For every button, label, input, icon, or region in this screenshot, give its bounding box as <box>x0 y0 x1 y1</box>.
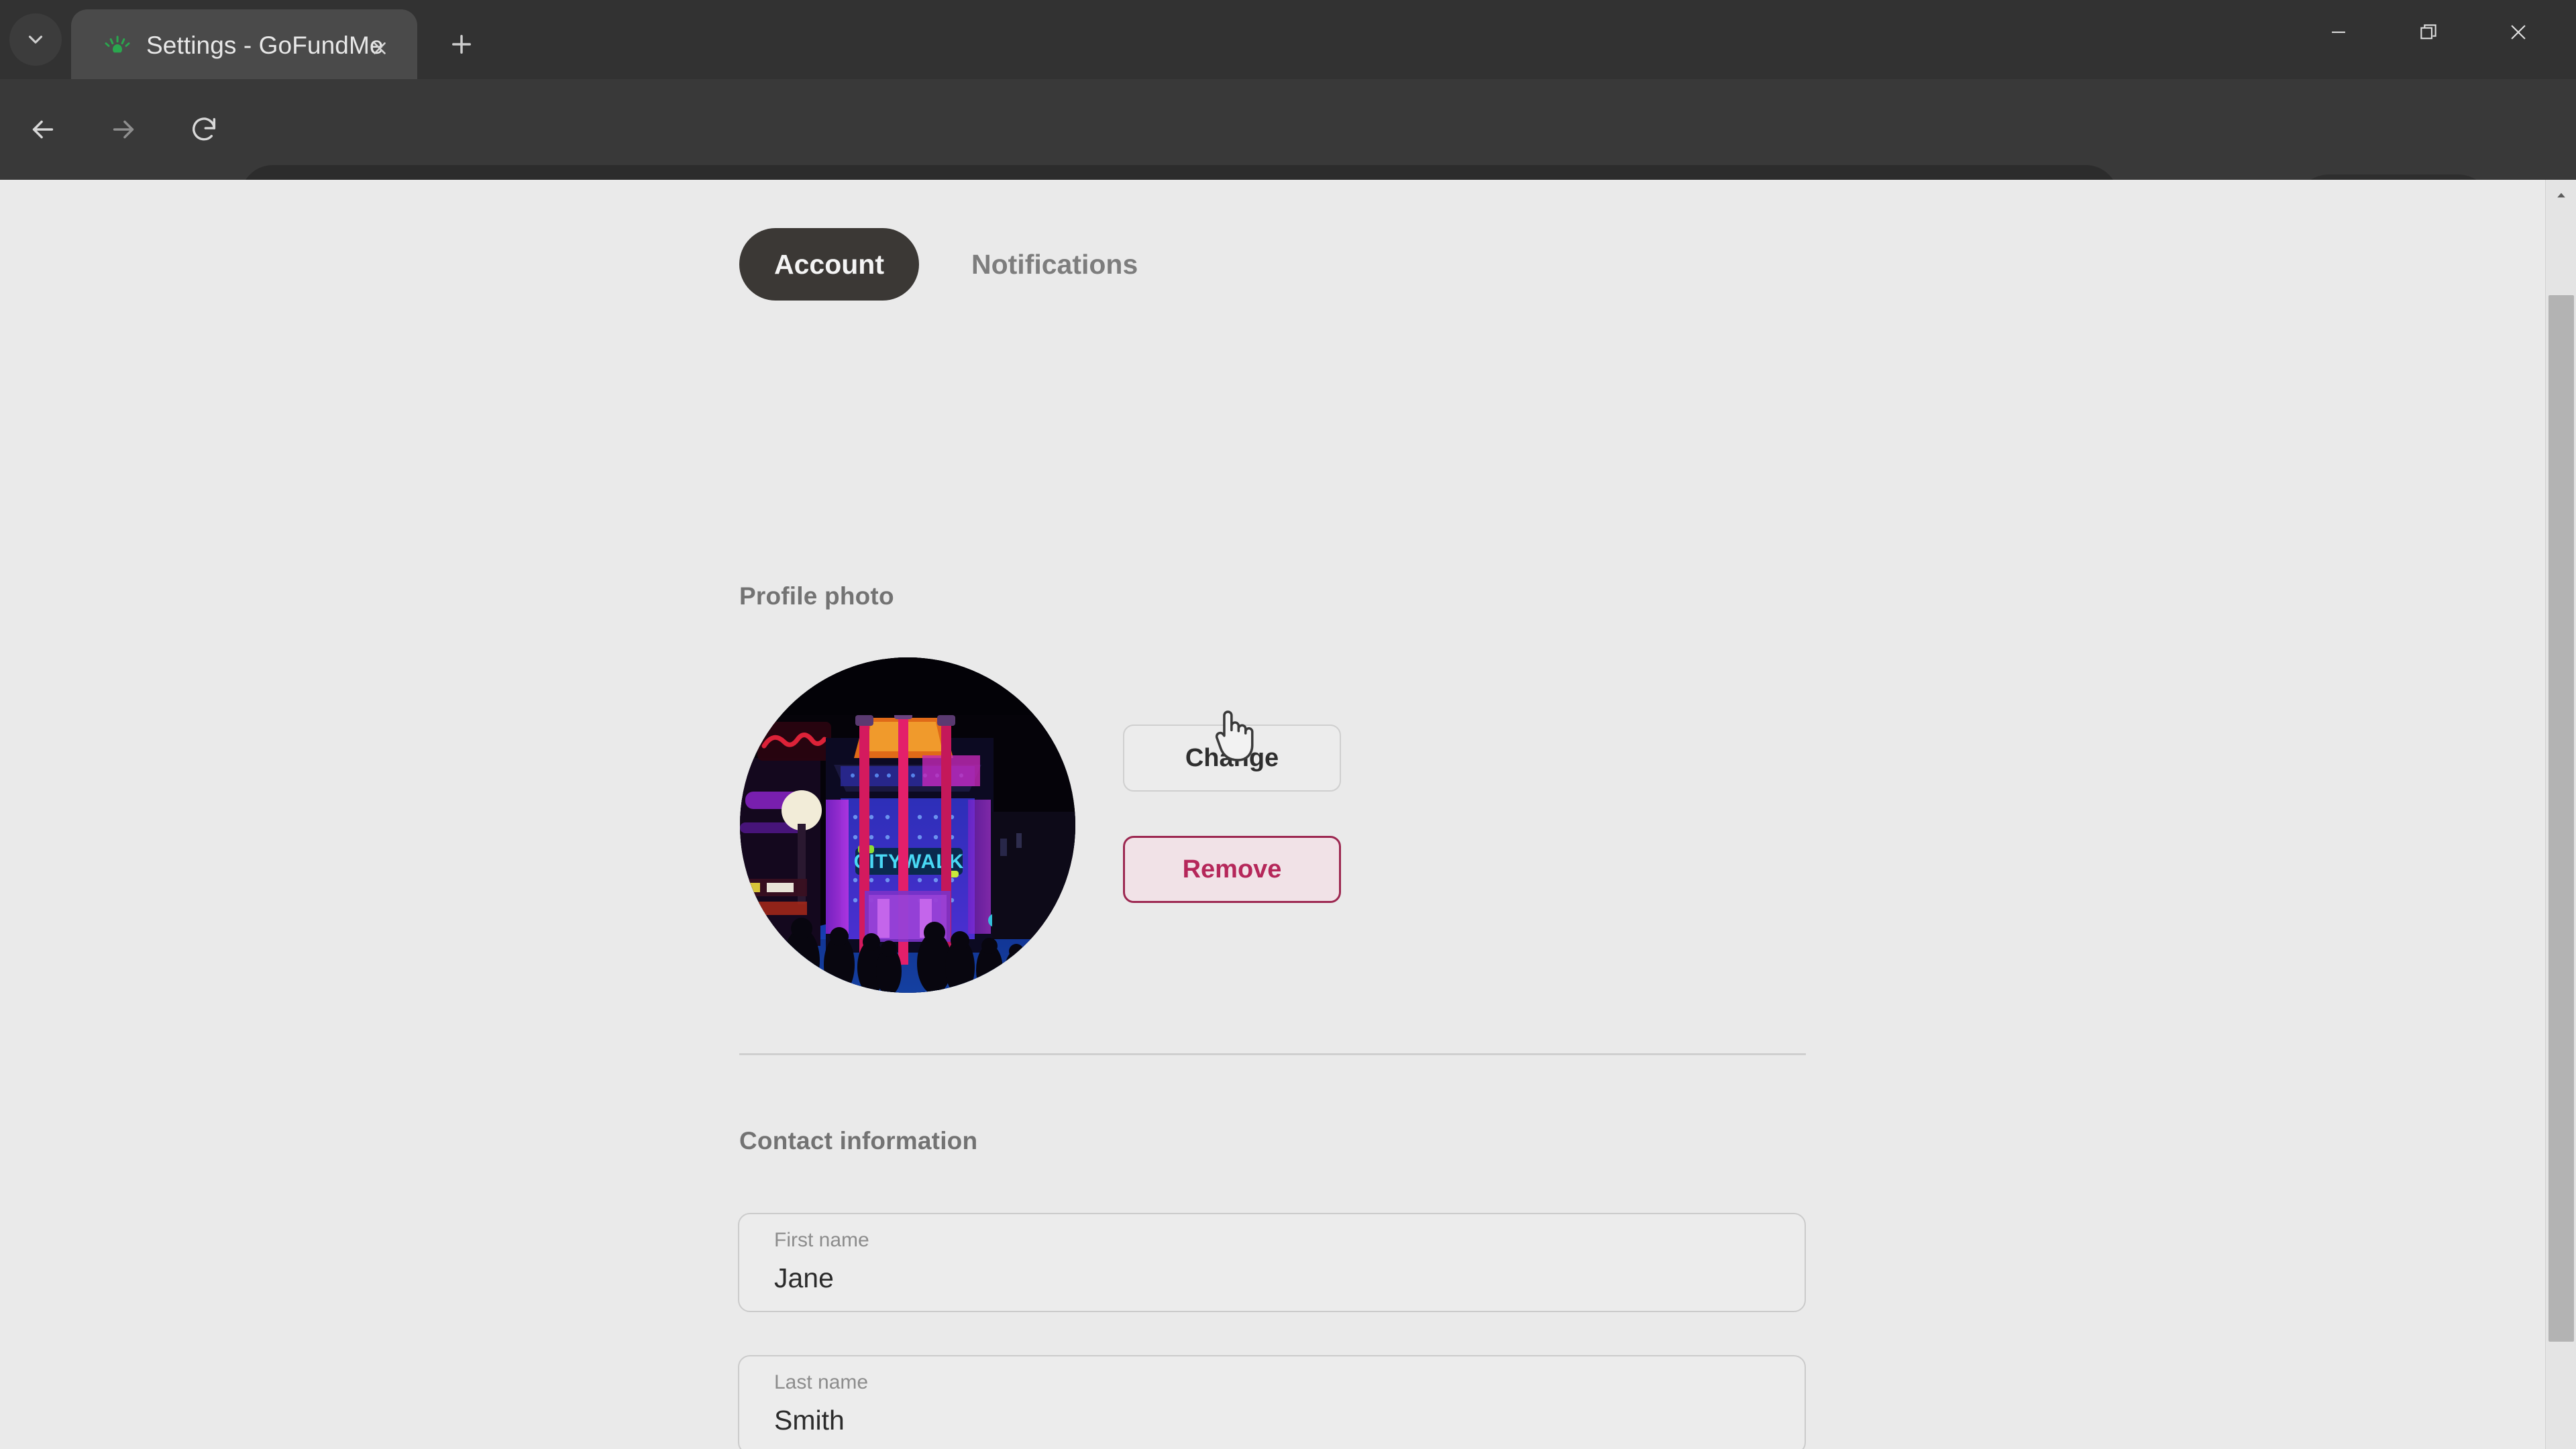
new-tab-button[interactable] <box>436 19 487 70</box>
scroll-up-arrow-icon[interactable] <box>2546 180 2576 211</box>
first-name-field[interactable]: First name Jane <box>738 1213 1806 1312</box>
maximize-window-button[interactable] <box>2385 0 2471 64</box>
close-tab-icon[interactable] <box>366 35 393 62</box>
tab-notifications-label: Notifications <box>971 248 1138 280</box>
section-divider <box>739 1053 1806 1055</box>
tab-notifications[interactable]: Notifications <box>936 228 1173 301</box>
remove-photo-button[interactable]: Remove <box>1123 836 1341 903</box>
close-window-button[interactable] <box>2475 0 2561 64</box>
last-name-field[interactable]: Last name Smith <box>738 1355 1806 1449</box>
gofundme-logo-icon <box>103 34 131 62</box>
avatar: CITYWALK <box>740 657 1075 993</box>
back-button[interactable] <box>15 101 71 158</box>
last-name-value[interactable]: Smith <box>774 1405 845 1436</box>
reload-button[interactable] <box>176 101 232 158</box>
scrollbar-thumb[interactable] <box>2548 295 2574 1342</box>
tab-strip: Settings - GoFundMe <box>0 0 2576 79</box>
first-name-label: First name <box>774 1229 869 1251</box>
page-scrollbar[interactable] <box>2545 180 2576 1449</box>
change-photo-button[interactable]: Change <box>1123 724 1341 792</box>
first-name-value[interactable]: Jane <box>774 1263 834 1294</box>
profile-photo-heading: Profile photo <box>739 582 894 610</box>
tab-title: Settings - GoFundMe <box>146 32 384 59</box>
last-name-label: Last name <box>774 1371 869 1393</box>
minimize-window-button[interactable] <box>2296 0 2381 64</box>
tab-account[interactable]: Account <box>739 228 919 301</box>
change-photo-label: Change <box>1185 743 1279 772</box>
browser-tab[interactable]: Settings - GoFundMe <box>71 9 417 79</box>
remove-photo-label: Remove <box>1182 855 1282 883</box>
browser-window: Settings - GoFundMe Account Notification… <box>0 0 2576 1449</box>
page-viewport: Account Notifications Profile photo CITY… <box>0 180 2576 1449</box>
settings-tab-bar: Account Notifications <box>739 228 1173 301</box>
tab-search-icon[interactable] <box>9 13 62 66</box>
browser-toolbar: gofundme.com/account/profile <box>0 79 2576 248</box>
contact-information-heading: Contact information <box>739 1127 978 1155</box>
forward-button[interactable] <box>95 101 152 158</box>
tab-account-label: Account <box>774 248 884 280</box>
